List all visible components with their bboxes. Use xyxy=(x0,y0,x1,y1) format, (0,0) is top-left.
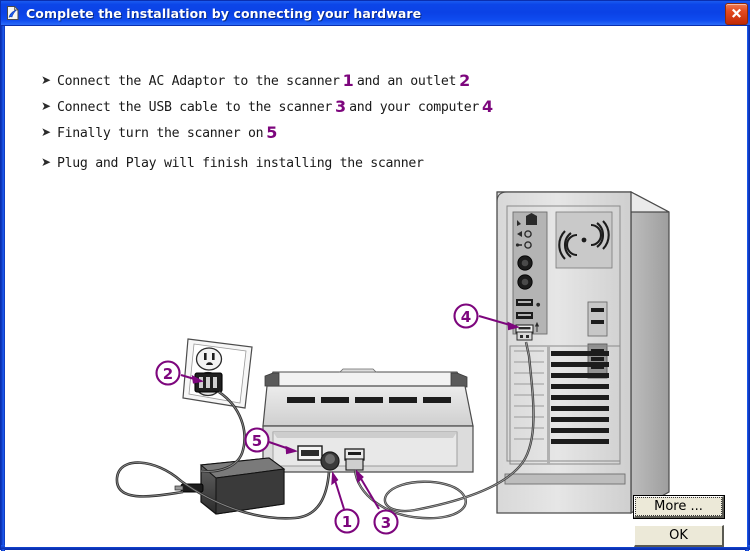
instruction-text: Connect the USB cable to the scanner xyxy=(57,100,333,115)
instruction-text: and your computer xyxy=(349,100,480,115)
instruction-text: Finally turn the scanner on xyxy=(57,126,264,141)
power-cable xyxy=(200,390,246,473)
instruction-item: ➤ Plug and Play will finish installing t… xyxy=(41,156,561,171)
close-button[interactable] xyxy=(725,3,748,25)
instruction-text: and an outlet xyxy=(356,74,457,89)
case-vents xyxy=(509,345,621,465)
arrow-bullet-icon: ➤ xyxy=(41,155,52,169)
callout-badge-4: 4 xyxy=(453,303,479,329)
callout-label-2: 2 xyxy=(163,365,173,383)
dialog-client-area: ➤ Connect the AC Adaptor to the scanner … xyxy=(5,26,747,547)
wall-outlet xyxy=(182,338,253,409)
callout-badge-2: 2 xyxy=(155,360,181,386)
usb-port xyxy=(516,312,533,319)
io-port-panel: ● xyxy=(512,211,548,341)
outlet-socket-lower xyxy=(194,371,223,397)
scanner-power-switch[interactable] xyxy=(297,445,323,461)
instruction-item: ➤ Connect the USB cable to the scanner 3… xyxy=(41,96,561,116)
callout-badge-3: 3 xyxy=(373,509,399,535)
expansion-slots xyxy=(587,301,608,379)
callout-badge-1: 1 xyxy=(334,508,360,534)
arrow-bullet-icon: ➤ xyxy=(41,73,52,87)
instruction-item: ➤ Finally turn the scanner on 5 xyxy=(41,122,561,142)
window-title: Complete the installation by connecting … xyxy=(26,5,422,21)
callout-label-5: 5 xyxy=(252,432,262,450)
callout-badge-5: 5 xyxy=(244,427,270,453)
outlet-socket-upper xyxy=(195,347,223,371)
callout-label-3: 3 xyxy=(381,514,391,532)
ok-button-label: OK xyxy=(669,528,688,543)
title-bar: Complete the installation by connecting … xyxy=(1,1,750,26)
ps2-port xyxy=(517,274,533,290)
more-button-label: More ... xyxy=(635,497,722,516)
instruction-item: ➤ Connect the AC Adaptor to the scanner … xyxy=(41,70,561,90)
arrow-bullet-icon: ➤ xyxy=(41,99,52,113)
computer-usb-port xyxy=(515,324,534,341)
callout-ref-number: 5 xyxy=(266,123,278,142)
callout-ref-number: 2 xyxy=(459,71,471,90)
scanner-feed-slot xyxy=(287,397,451,403)
more-button[interactable]: More ... xyxy=(633,495,725,519)
usb-port xyxy=(516,299,533,306)
callout-label-4: 4 xyxy=(461,308,471,326)
ok-button[interactable]: OK xyxy=(634,525,724,547)
document-scanner-icon xyxy=(5,5,21,21)
adapter-output-cable xyxy=(115,461,331,520)
arrow-bullet-icon: ➤ xyxy=(41,125,52,139)
callout-ref-number: 4 xyxy=(482,97,494,116)
instruction-text: Connect the AC Adaptor to the scanner xyxy=(57,74,340,89)
callout-label-1: 1 xyxy=(342,513,352,531)
case-fan-grille xyxy=(555,211,613,269)
ps2-port xyxy=(517,255,533,271)
flatbed-scanner xyxy=(262,368,474,473)
ac-adapter-brick xyxy=(174,457,286,515)
instruction-text: Plug and Play will finish installing the… xyxy=(57,156,424,171)
computer-tower: ● xyxy=(496,191,670,515)
scanner-usb-port xyxy=(344,448,365,471)
callout-badges: 2 5 4 1 3 xyxy=(155,303,479,535)
usb-cable xyxy=(353,341,535,520)
close-icon xyxy=(731,8,742,18)
callout-ref-number: 1 xyxy=(342,71,354,90)
power-plug xyxy=(194,372,223,393)
callout-ref-number: 3 xyxy=(335,97,347,116)
installation-dialog-window: Complete the installation by connecting … xyxy=(0,0,750,551)
instruction-list: ➤ Connect the AC Adaptor to the scanner … xyxy=(41,70,561,178)
svg-text:●: ● xyxy=(536,302,541,308)
callout-leader-lines xyxy=(180,315,521,510)
scanner-power-port xyxy=(320,451,340,471)
